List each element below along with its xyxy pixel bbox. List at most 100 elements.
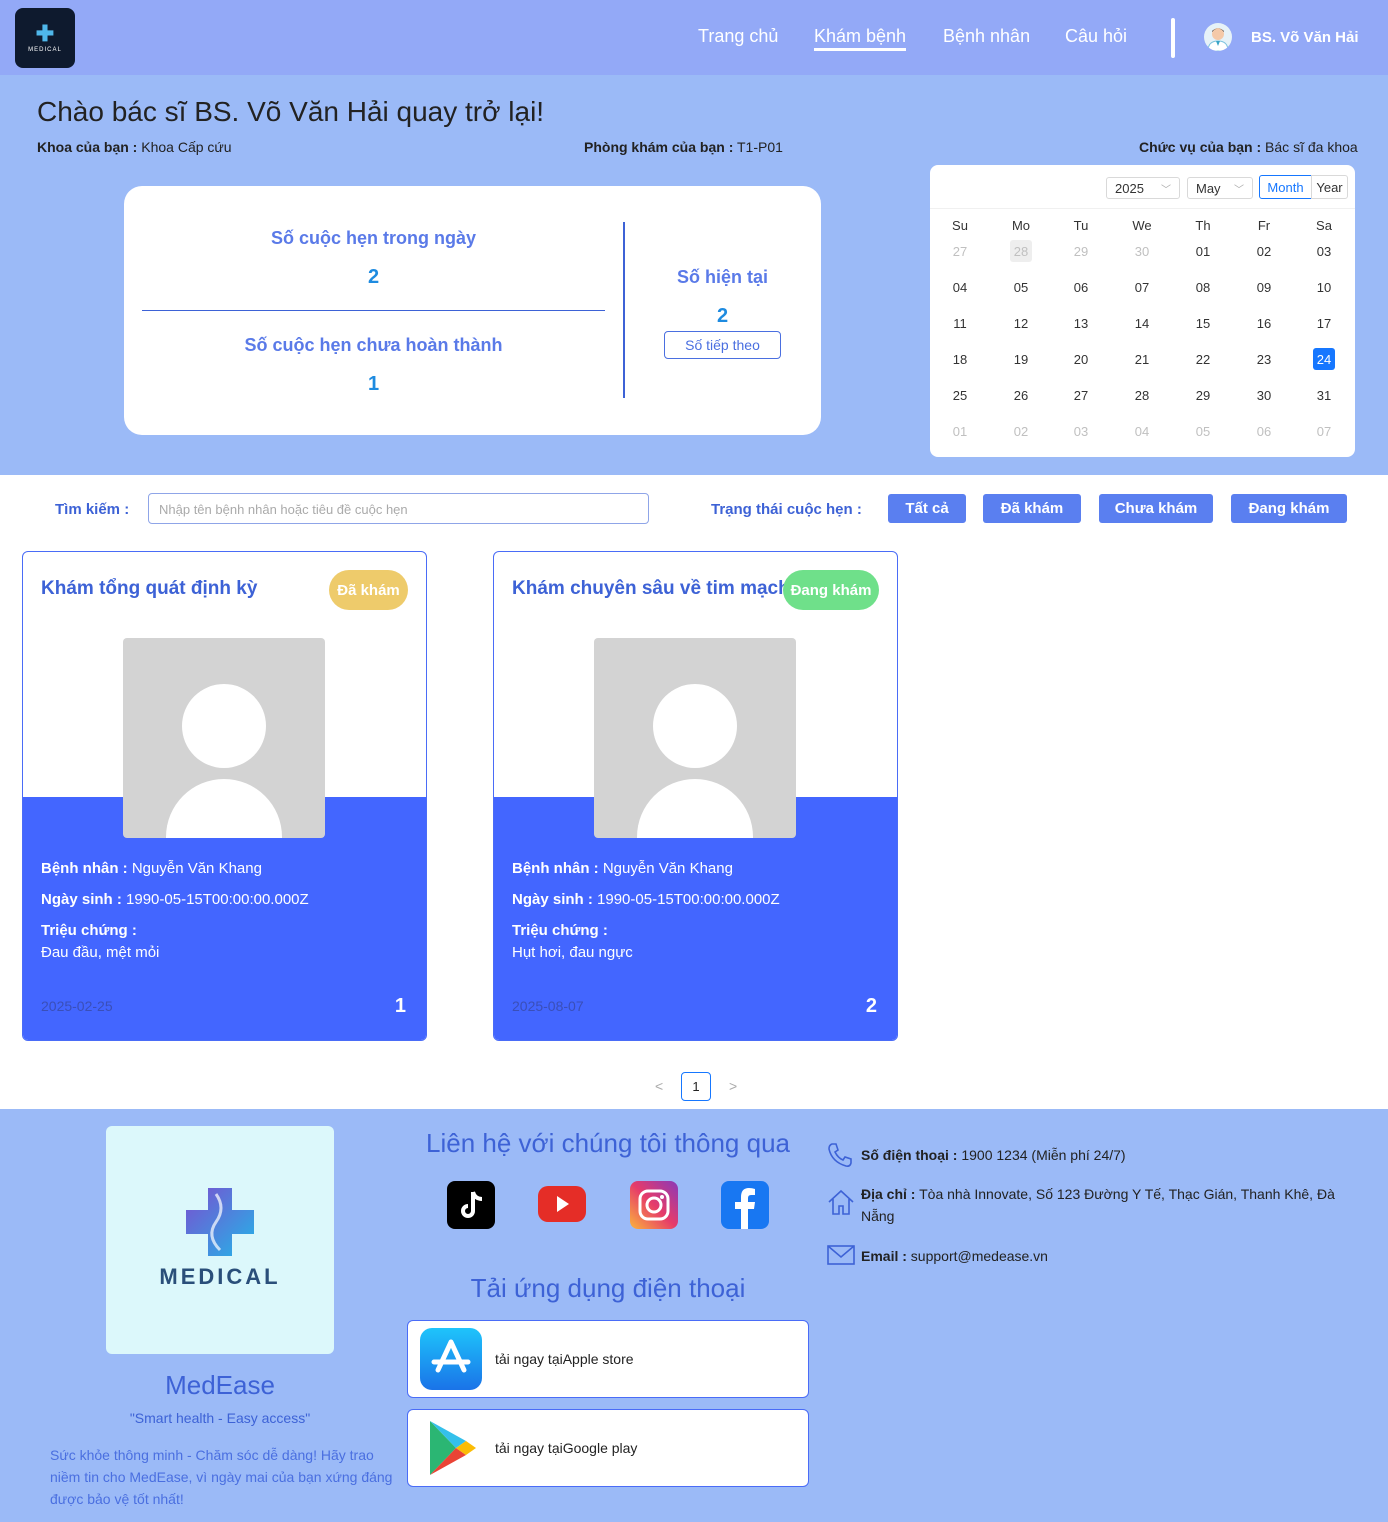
phone-value: 1900 1234 (Miễn phí 24/7) — [957, 1147, 1126, 1163]
calendar-day[interactable]: 15 — [1192, 312, 1214, 334]
appointment-card[interactable]: Khám tổng quát định kỳ Đã khám Bệnh nhân… — [22, 551, 427, 1041]
calendar-day[interactable]: 28 — [1010, 240, 1032, 262]
contact-heading: Liên hệ với chúng tôi thông qua — [426, 1128, 790, 1158]
calendar-day[interactable]: 24 — [1313, 348, 1335, 370]
search-input[interactable]: Nhập tên bệnh nhân hoặc tiêu đề cuộc hẹn — [148, 493, 649, 524]
appointment-date: 2025-08-07 — [512, 998, 584, 1014]
calendar-day[interactable]: 03 — [1070, 420, 1092, 442]
calendar-day[interactable]: 10 — [1313, 276, 1335, 298]
calendar-day[interactable]: 04 — [1131, 420, 1153, 442]
calendar-day[interactable]: 12 — [1010, 312, 1032, 334]
calendar-day[interactable]: 30 — [1253, 384, 1275, 406]
top-navbar — [0, 0, 1388, 75]
apple-store-button[interactable]: tải ngay tạiApple store — [407, 1320, 809, 1398]
tiktok-icon[interactable] — [447, 1181, 495, 1229]
calendar-day[interactable]: 23 — [1253, 348, 1275, 370]
calendar-day[interactable]: 16 — [1253, 312, 1275, 334]
calendar-day[interactable]: 08 — [1192, 276, 1214, 298]
month-select[interactable]: May ﹀ — [1187, 177, 1253, 199]
page-1-button[interactable]: 1 — [681, 1072, 711, 1101]
calendar-day[interactable]: 22 — [1192, 348, 1214, 370]
calendar-day[interactable]: 27 — [949, 240, 971, 262]
medical-logo[interactable]: ✚ MEDICAL — [15, 8, 75, 68]
current-number-value: 2 — [716, 305, 729, 327]
prev-page-button[interactable]: < — [655, 1078, 663, 1094]
facebook-icon[interactable] — [721, 1181, 769, 1229]
year-mode-button[interactable]: Year — [1311, 175, 1348, 199]
calendar-day[interactable]: 07 — [1131, 276, 1153, 298]
calendar-day[interactable]: 28 — [1131, 384, 1153, 406]
calendar-day[interactable]: 03 — [1313, 240, 1335, 262]
nav-examination[interactable]: Khám bệnh — [814, 26, 907, 51]
today-appointments-label: Số cuộc hẹn trong ngày — [270, 228, 476, 248]
next-number-button[interactable]: Số tiếp theo — [664, 331, 781, 359]
doctor-avatar[interactable] — [1204, 23, 1232, 51]
calendar-day[interactable]: 05 — [1192, 420, 1214, 442]
appointment-card[interactable]: Khám chuyên sâu về tim mạch Đang khám Bệ… — [493, 551, 898, 1041]
weekday-header: Tu — [1073, 218, 1089, 233]
department-info: Khoa của bạn : Khoa Cấp cứu — [37, 139, 232, 155]
dob-label: Ngày sinh : — [512, 891, 593, 908]
next-page-button[interactable]: > — [729, 1078, 737, 1094]
calendar-day[interactable]: 13 — [1070, 312, 1092, 334]
filter-in-progress-button[interactable]: Đang khám — [1231, 494, 1347, 523]
calendar-day[interactable]: 27 — [1070, 384, 1092, 406]
room-value: T1-P01 — [733, 139, 783, 155]
symptom-value: Hụt hơi, đau ngực — [512, 944, 633, 961]
calendar-day[interactable]: 07 — [1313, 420, 1335, 442]
calendar-day[interactable]: 17 — [1313, 312, 1335, 334]
today-appointments-value: 2 — [367, 266, 380, 288]
nav-patients[interactable]: Bệnh nhân — [943, 26, 1030, 47]
nav-questions[interactable]: Câu hỏi — [1065, 26, 1127, 47]
patient-value: Nguyễn Văn Khang — [127, 860, 262, 877]
calendar-day[interactable]: 21 — [1131, 348, 1153, 370]
month-mode-button[interactable]: Month — [1259, 175, 1312, 199]
doctor-name[interactable]: BS. Võ Văn Hải — [1251, 29, 1359, 46]
calendar-day[interactable]: 30 — [1131, 240, 1153, 262]
instagram-icon[interactable] — [630, 1181, 678, 1229]
nav-home[interactable]: Trang chủ — [698, 26, 778, 47]
calendar-day[interactable]: 26 — [1010, 384, 1032, 406]
calendar-day[interactable]: 09 — [1253, 276, 1275, 298]
role-value: Bác sĩ đa khoa — [1261, 139, 1358, 155]
home-icon — [826, 1187, 854, 1215]
apple-store-label: tải ngay tạiApple store — [495, 1351, 634, 1367]
calendar-day[interactable]: 04 — [949, 276, 971, 298]
google-play-label: tải ngay tạiGoogle play — [495, 1440, 638, 1456]
calendar-day[interactable]: 18 — [949, 348, 971, 370]
calendar-day[interactable]: 11 — [949, 312, 971, 334]
footer-logo-text: MEDICAL — [159, 1264, 281, 1289]
calendar-day[interactable]: 02 — [1010, 420, 1032, 442]
patient-dob: Ngày sinh : 1990-05-15T00:00:00.000Z — [512, 891, 780, 908]
contact-phone: Số điện thoại : 1900 1234 (Miễn phí 24/7… — [861, 1144, 1341, 1166]
filter-pending-button[interactable]: Chưa khám — [1099, 494, 1213, 523]
weekday-header: Su — [952, 218, 968, 233]
google-play-button[interactable]: tải ngay tạiGoogle play — [407, 1409, 809, 1487]
stats-divider-v — [623, 222, 625, 398]
calendar-day[interactable]: 29 — [1192, 384, 1214, 406]
month-value: May — [1196, 180, 1221, 196]
contact-email: Email : support@medease.vn — [861, 1245, 1341, 1267]
filter-all-button[interactable]: Tất cả — [888, 494, 966, 523]
calendar-day[interactable]: 25 — [949, 384, 971, 406]
filter-done-button[interactable]: Đã khám — [983, 494, 1081, 523]
youtube-icon[interactable] — [538, 1186, 586, 1222]
medical-cross-icon — [186, 1188, 254, 1256]
year-select[interactable]: 2025 ﹀ — [1106, 177, 1180, 199]
calendar-day[interactable]: 02 — [1253, 240, 1275, 262]
calendar-day[interactable]: 06 — [1253, 420, 1275, 442]
weekday-header: We — [1132, 218, 1152, 233]
calendar-day[interactable]: 20 — [1070, 348, 1092, 370]
calendar-day[interactable]: 05 — [1010, 276, 1032, 298]
address-label: Địa chỉ : — [861, 1186, 916, 1202]
calendar-day[interactable]: 29 — [1070, 240, 1092, 262]
calendar-day[interactable]: 14 — [1131, 312, 1153, 334]
chevron-down-icon: ﹀ — [1161, 185, 1171, 196]
calendar-day[interactable]: 31 — [1313, 384, 1335, 406]
dob-value: 1990-05-15T00:00:00.000Z — [121, 891, 309, 908]
calendar-day[interactable]: 01 — [949, 420, 971, 442]
calendar-day[interactable]: 19 — [1010, 348, 1032, 370]
brand-description: Sức khỏe thông minh - Chăm sóc dễ dàng! … — [50, 1447, 393, 1507]
calendar-day[interactable]: 01 — [1192, 240, 1214, 262]
calendar-day[interactable]: 06 — [1070, 276, 1092, 298]
